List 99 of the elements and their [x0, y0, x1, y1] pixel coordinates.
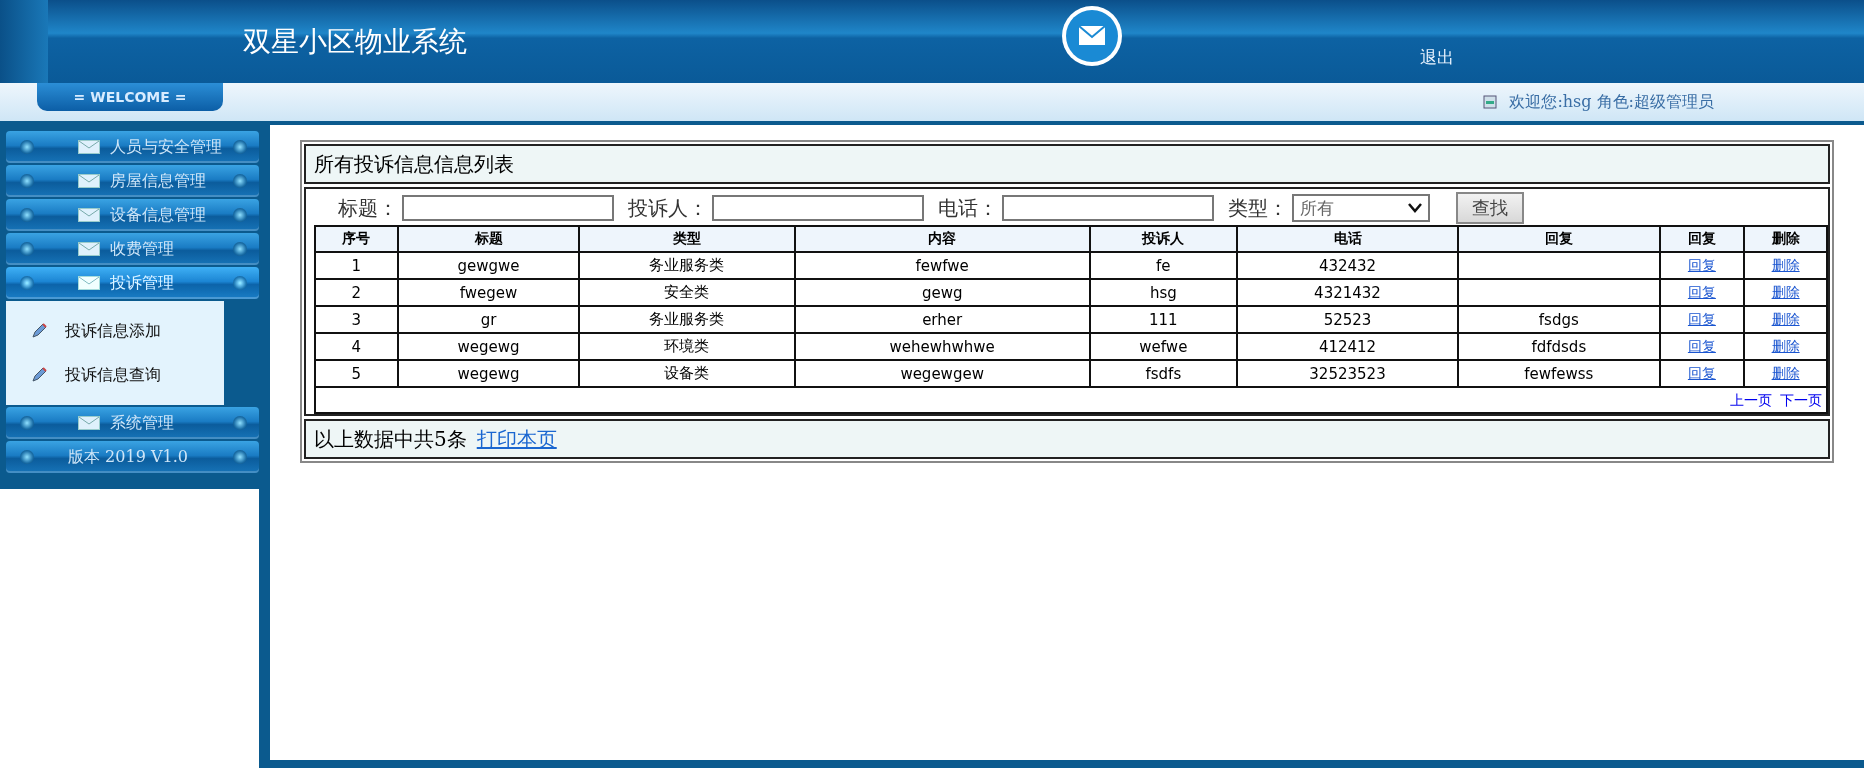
envelope-icon [78, 140, 100, 154]
previous-page-link[interactable]: 上一页 [1730, 391, 1772, 408]
list-title: 所有投诉信息信息列表 [314, 150, 514, 178]
knob-icon [20, 276, 34, 290]
envelope-icon [78, 416, 100, 430]
pencil-icon [31, 367, 47, 383]
table-cell: fwegew [397, 279, 580, 306]
envelope-icon [78, 242, 100, 256]
table-cell: 务业服务类 [579, 306, 795, 333]
reply-link[interactable]: 回复 [1687, 311, 1716, 327]
submenu-item[interactable]: 投诉信息添加 [6, 309, 224, 353]
table-cell: wegewgew [794, 360, 1090, 387]
reply-link[interactable]: 回复 [1687, 365, 1716, 381]
knob-icon [20, 208, 34, 222]
sidebar-menu-item[interactable]: 系统管理 [6, 407, 259, 439]
table-cell: 412412 [1236, 333, 1459, 360]
sidebar-menu-item[interactable]: 版本 2019 V1.0 [6, 441, 259, 473]
table-cell: gewg [794, 279, 1090, 306]
knob-icon [233, 208, 247, 222]
print-link[interactable]: 打印本页 [476, 425, 557, 453]
column-header: 内容 [794, 226, 1090, 252]
search-input-field[interactable] [712, 195, 924, 221]
table-cell: 3 [315, 306, 398, 333]
table-cell: 4321432 [1236, 279, 1459, 306]
table-cell: gr [397, 306, 580, 333]
table-cell: hsg [1089, 279, 1237, 306]
column-header: 类型 [579, 226, 795, 252]
table-cell: 务业服务类 [579, 252, 795, 279]
welcome-badge: = WELCOME = [37, 83, 223, 111]
table-cell: fdfdsds [1458, 333, 1660, 360]
next-page-link[interactable]: 下一页 [1780, 391, 1822, 408]
reply-link[interactable]: 回复 [1687, 257, 1716, 273]
table-cell: 2 [315, 279, 398, 306]
search-input-field[interactable] [1002, 195, 1214, 221]
reply-link[interactable]: 回复 [1687, 338, 1716, 354]
sidebar-menu-item[interactable]: 收费管理 [6, 233, 259, 265]
knob-icon [20, 242, 34, 256]
sidebar-menu-item[interactable]: 投诉管理 [6, 267, 259, 299]
table-cell: 32523523 [1236, 360, 1459, 387]
table-cell: 52523 [1236, 306, 1459, 333]
envelope-icon [78, 174, 100, 188]
chevron-down-icon [1408, 203, 1422, 213]
table-cell: fe [1089, 252, 1237, 279]
user-info: 欢迎您:hsg 角色:超级管理员 [1509, 91, 1714, 113]
pencil-icon [31, 323, 47, 339]
field-label: 类型： [1228, 194, 1288, 222]
table-cell: gewgwe [397, 252, 580, 279]
type-select[interactable]: 所有 [1292, 194, 1430, 222]
system-title: 双星小区物业系统 [243, 23, 467, 60]
table-cell: 1 [315, 252, 398, 279]
column-header: 序号 [315, 226, 398, 252]
knob-icon [233, 276, 247, 290]
table-cell: fewfewss [1458, 360, 1660, 387]
field-label: 电话： [938, 194, 998, 222]
knob-icon [20, 174, 34, 188]
knob-icon [233, 416, 247, 430]
table-cell: erher [794, 306, 1090, 333]
knob-icon [20, 140, 34, 154]
envelope-icon [78, 208, 100, 222]
field-label: 标题： [338, 194, 398, 222]
table-cell: 环境类 [579, 333, 795, 360]
table-cell: 111 [1089, 306, 1237, 333]
logout-link[interactable]: 退出 [1420, 46, 1454, 69]
sidebar-menu-item[interactable]: 房屋信息管理 [6, 165, 259, 197]
table-cell: fsdfs [1089, 360, 1237, 387]
knob-icon [20, 416, 34, 430]
table-cell: fewfwe [794, 252, 1090, 279]
table-cell: 4 [315, 333, 398, 360]
sidebar-menu-item[interactable]: 设备信息管理 [6, 199, 259, 231]
table-cell: wegewg [397, 333, 580, 360]
table-cell: wefwe [1089, 333, 1237, 360]
knob-icon [20, 450, 34, 464]
submenu-item[interactable]: 投诉信息查询 [6, 353, 224, 397]
table-cell: 5 [315, 360, 398, 387]
column-header: 回复 [1458, 226, 1660, 252]
mail-logo-icon [1060, 4, 1124, 68]
table-cell: 安全类 [579, 279, 795, 306]
column-header: 投诉人 [1089, 226, 1237, 252]
table-cell: 设备类 [579, 360, 795, 387]
monitor-icon [1483, 95, 1498, 109]
table-cell: wehewhwhwe [794, 333, 1090, 360]
sidebar-menu-item[interactable]: 人员与安全管理 [6, 131, 259, 163]
column-header: 电话 [1236, 226, 1459, 252]
knob-icon [233, 174, 247, 188]
column-header: 删除 [1744, 226, 1827, 252]
search-input-field[interactable] [402, 195, 614, 221]
table-cell: 432432 [1236, 252, 1459, 279]
column-header: 标题 [397, 226, 580, 252]
envelope-icon [78, 276, 100, 290]
table-cell: wegewg [397, 360, 580, 387]
knob-icon [233, 450, 247, 464]
search-button[interactable]: 查找 [1456, 192, 1524, 224]
table-cell: fsdgs [1458, 306, 1660, 333]
record-count: 以上数据中共5条 [314, 425, 467, 453]
knob-icon [233, 140, 247, 154]
reply-link[interactable]: 回复 [1687, 284, 1716, 300]
knob-icon [233, 242, 247, 256]
column-header: 回复 [1659, 226, 1745, 252]
field-label: 投诉人： [628, 194, 708, 222]
